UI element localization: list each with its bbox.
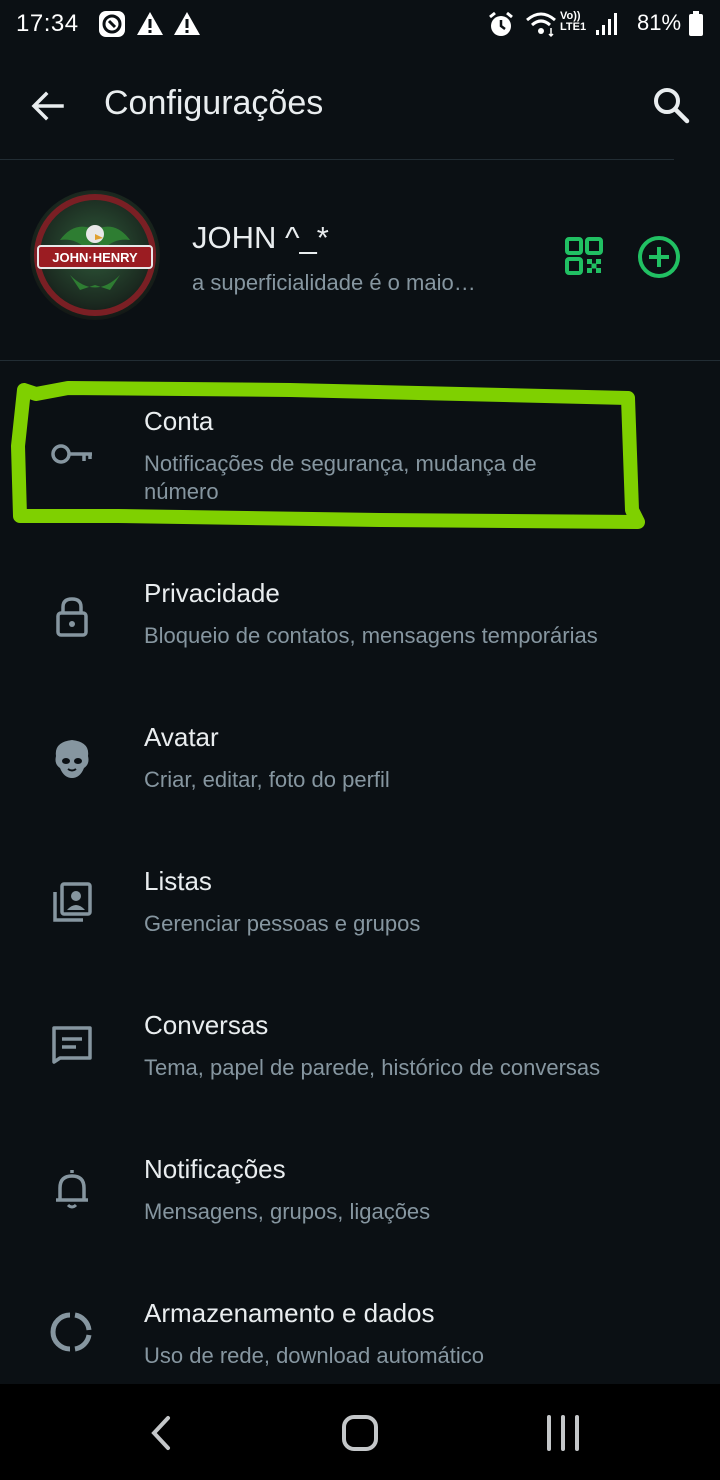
contact-list-icon bbox=[46, 876, 98, 928]
lock-icon bbox=[46, 590, 98, 642]
navigation-bar bbox=[0, 1384, 720, 1480]
recents-icon bbox=[547, 1415, 579, 1451]
avatar-badge-text: JOHN·HENRY bbox=[52, 250, 138, 265]
item-title: Armazenamento e dados bbox=[144, 1298, 435, 1328]
add-account-button[interactable] bbox=[636, 234, 682, 280]
search-icon bbox=[654, 88, 690, 124]
storage-icon bbox=[46, 1306, 98, 1358]
battery-icon bbox=[688, 10, 704, 43]
wifi-icon bbox=[524, 10, 558, 43]
item-subtitle: Tema, papel de parede, histórico de conv… bbox=[144, 1055, 601, 1080]
item-subtitle: Uso de rede, download automático bbox=[144, 1343, 484, 1368]
nav-back-button[interactable] bbox=[136, 1408, 186, 1458]
profile-row[interactable]: JOHN·HENRY JOHN ^_* a superficialidade é… bbox=[0, 160, 720, 360]
bell-icon bbox=[46, 1162, 98, 1214]
item-subtitle: Criar, editar, foto do perfil bbox=[144, 767, 390, 792]
chevron-left-icon bbox=[151, 1416, 170, 1450]
search-button[interactable] bbox=[648, 82, 694, 128]
item-title: Conversas bbox=[144, 1010, 269, 1040]
add-circle-icon bbox=[638, 236, 680, 278]
battery-percent: 81% bbox=[637, 10, 682, 35]
arrow-left-icon bbox=[31, 91, 64, 121]
signal-icon bbox=[594, 10, 620, 43]
avatar[interactable]: JOHN·HENRY bbox=[30, 190, 160, 320]
profile-status: a superficialidade é o maio… bbox=[192, 270, 476, 295]
item-title: Conta bbox=[144, 406, 214, 436]
app-bar: Configurações bbox=[0, 52, 720, 158]
settings-item-conta[interactable]: Conta Notificações de segurança, mudança… bbox=[0, 376, 720, 516]
item-title: Avatar bbox=[144, 722, 219, 752]
qr-code-button[interactable] bbox=[562, 234, 606, 278]
alarm-icon bbox=[486, 10, 516, 45]
warning-icon bbox=[173, 10, 201, 43]
item-title: Notificações bbox=[144, 1154, 286, 1184]
profile-divider bbox=[0, 360, 720, 361]
back-button[interactable] bbox=[26, 84, 70, 128]
chat-icon bbox=[46, 1018, 98, 1070]
item-title: Privacidade bbox=[144, 578, 280, 608]
item-subtitle: Bloqueio de contatos, mensagens temporár… bbox=[144, 623, 598, 648]
settings-item-conversas[interactable]: Conversas Tema, papel de parede, históri… bbox=[0, 978, 720, 1118]
home-icon bbox=[342, 1415, 378, 1451]
item-title: Listas bbox=[144, 866, 212, 896]
item-subtitle: Mensagens, grupos, ligações bbox=[144, 1199, 431, 1224]
warning-icon bbox=[136, 10, 164, 43]
key-icon bbox=[46, 428, 98, 480]
item-subtitle: Gerenciar pessoas e grupos bbox=[144, 911, 421, 936]
network-label: Vo)) LTE1 bbox=[560, 10, 587, 33]
qr-code-icon bbox=[565, 237, 603, 275]
nav-recents-button[interactable] bbox=[538, 1408, 588, 1458]
item-subtitle: Notificações de segurança, mudança de nú… bbox=[144, 451, 537, 504]
avatar-icon bbox=[46, 732, 98, 784]
status-bar: 17:34 Vo)) LTE1 81% bbox=[0, 0, 720, 52]
shazam-icon bbox=[98, 10, 126, 43]
profile-name: JOHN ^_* bbox=[192, 220, 329, 255]
settings-item-avatar[interactable]: Avatar Criar, editar, foto do perfil bbox=[0, 690, 720, 830]
settings-item-listas[interactable]: Listas Gerenciar pessoas e grupos bbox=[0, 834, 720, 974]
page-title: Configurações bbox=[104, 84, 324, 122]
status-time: 17:34 bbox=[16, 10, 79, 37]
nav-home-button[interactable] bbox=[335, 1408, 385, 1458]
settings-item-privacidade[interactable]: Privacidade Bloqueio de contatos, mensag… bbox=[0, 546, 720, 686]
settings-item-notificacoes[interactable]: Notificações Mensagens, grupos, ligações bbox=[0, 1122, 720, 1262]
